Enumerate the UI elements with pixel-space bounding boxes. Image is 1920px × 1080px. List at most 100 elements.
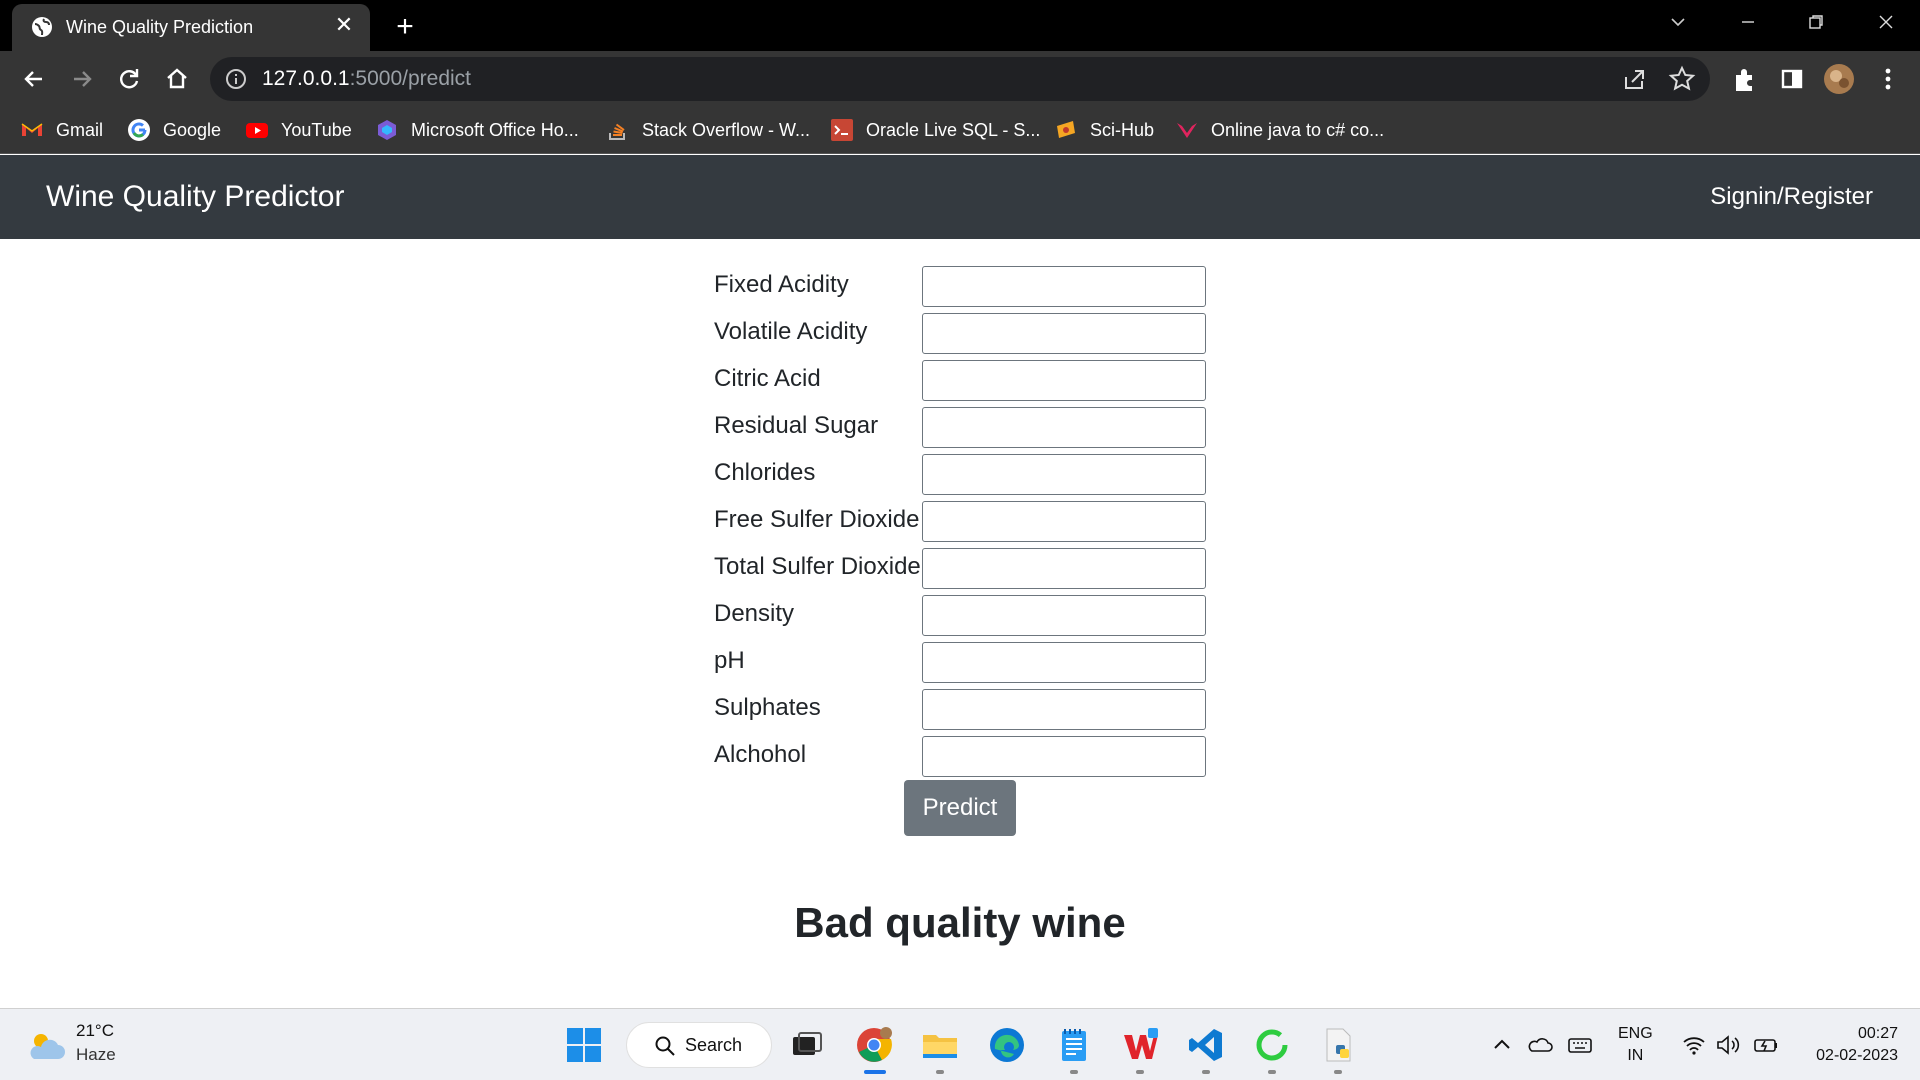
chrome-icon[interactable] [854,1025,894,1065]
field-label: Sulphates [714,694,821,721]
onedrive-icon[interactable] [1526,1031,1554,1059]
url-text: 127.0.0.1:5000/predict [262,67,471,91]
bookmark-youtube[interactable]: YouTube [245,117,352,143]
site-info-icon[interactable] [224,67,248,91]
back-icon[interactable] [18,63,50,95]
system-clock[interactable]: 00:27 02-02-2023 [1816,1023,1898,1067]
notepad-icon[interactable] [1054,1025,1094,1065]
alchohol-input[interactable] [922,736,1206,777]
bookmark-google[interactable]: Google [127,117,221,143]
side-panel-icon[interactable] [1776,63,1808,95]
bookmark-oracle[interactable]: Oracle Live SQL - S... [830,117,1040,143]
search-label: Search [685,1035,743,1055]
google-icon [128,119,150,141]
url-path: :5000/predict [349,67,472,90]
keyboard-icon[interactable] [1566,1031,1594,1059]
volume-icon[interactable] [1714,1031,1742,1059]
vscode-icon[interactable] [1186,1025,1226,1065]
weather-condition: Haze [76,1045,116,1064]
close-window-icon[interactable] [1856,0,1916,44]
tab-title: Wine Quality Prediction [66,17,254,37]
youtube-icon [246,123,268,138]
app-running-indicator [1268,1070,1276,1074]
globe-icon [32,17,52,37]
field-label: Chlorides [714,459,816,486]
forward-icon[interactable] [66,63,98,95]
field-label: Citric Acid [714,365,821,392]
volatile-acidity-input[interactable] [922,313,1206,354]
profile-avatar-icon[interactable] [1823,63,1855,95]
field-label: Density [714,600,795,627]
ph-input[interactable] [922,642,1206,683]
task-view-icon[interactable] [787,1025,827,1065]
bookmark-label: Sci-Hub [1090,120,1155,140]
converter-icon [1177,123,1197,138]
browser-tabstrip: Wine Quality Prediction ✕ + [0,0,1920,51]
app-running-indicator [1136,1070,1144,1074]
restore-icon[interactable] [1786,0,1846,44]
scihub-icon [1057,121,1075,138]
stackoverflow-icon [609,123,625,140]
field-label: Residual Sugar [714,412,879,439]
bookmark-office[interactable]: Microsoft Office Ho... [375,117,579,143]
windows-start-icon[interactable] [564,1025,604,1065]
loading-app-icon[interactable] [1252,1025,1292,1065]
bookmark-gmail[interactable]: Gmail [20,117,103,143]
taskbar-search[interactable]: Search [626,1022,772,1068]
bookmarks-bar: Gmail Google YouTube Microsoft Office Ho… [0,107,1920,154]
bookmark-star-icon[interactable] [1666,63,1698,95]
bookmark-label: Oracle Live SQL - S... [866,120,1041,140]
address-bar[interactable]: 127.0.0.1:5000/predict [210,57,1710,101]
file-explorer-icon[interactable] [920,1025,960,1065]
reload-icon[interactable] [113,63,145,95]
chevron-up-icon[interactable] [1488,1031,1516,1059]
fixed-acidity-input[interactable] [922,266,1206,307]
density-input[interactable] [922,595,1206,636]
bookmark-scihub[interactable]: Sci-Hub [1054,117,1154,143]
wps-office-icon[interactable] [1120,1025,1160,1065]
total-sulfer-dioxide-input[interactable] [922,548,1206,589]
free-sulfer-dioxide-input[interactable] [922,501,1206,542]
language-indicator[interactable]: ENG IN [1618,1023,1653,1067]
new-tab-icon[interactable]: + [388,10,422,44]
site-navbar: Wine Quality Predictor Signin/Register [0,155,1920,239]
site-brand[interactable]: Wine Quality Predictor [46,177,344,217]
clock-time: 00:27 [1857,1025,1898,1042]
app-running-indicator [1202,1070,1210,1074]
bookmark-label: Microsoft Office Ho... [411,120,579,140]
gmail-icon [21,123,43,136]
bookmark-stackoverflow[interactable]: Stack Overflow - W... [606,117,810,143]
language-region: IN [1627,1047,1644,1064]
sulphates-input[interactable] [922,689,1206,730]
python-file-icon[interactable] [1318,1025,1358,1065]
field-label: Total Sulfer Dioxide [714,553,921,580]
share-icon[interactable] [1618,63,1650,95]
menu-kebab-icon[interactable] [1872,63,1904,95]
bookmark-label: YouTube [281,120,352,140]
field-label: Volatile Acidity [714,318,868,345]
prediction-result: Bad quality wine [794,899,1126,946]
signin-register-link[interactable]: Signin/Register [1710,179,1873,215]
office-icon [378,120,396,140]
browser-toolbar: 127.0.0.1:5000/predict [0,51,1920,107]
wifi-icon[interactable] [1680,1031,1708,1059]
home-icon[interactable] [161,63,193,95]
bookmark-label: Google [163,120,222,140]
extensions-icon[interactable] [1728,63,1760,95]
tab-search-icon[interactable] [1648,0,1708,44]
tab-close-icon[interactable]: ✕ [332,13,356,37]
residual-sugar-input[interactable] [922,407,1206,448]
minimize-icon[interactable] [1718,0,1778,44]
field-label: Free Sulfer Dioxide [714,506,920,533]
oracle-icon [831,119,853,141]
bookmark-label: Online java to c# co... [1211,120,1385,140]
battery-icon[interactable] [1752,1031,1780,1059]
predict-button[interactable]: Predict [904,780,1016,836]
bookmark-java-to-csharp[interactable]: Online java to c# co... [1175,117,1384,143]
clock-date: 02-02-2023 [1816,1047,1898,1064]
citric-acid-input[interactable] [922,360,1206,401]
browser-tab[interactable]: Wine Quality Prediction ✕ [12,4,370,51]
edge-icon[interactable] [987,1025,1027,1065]
chlorides-input[interactable] [922,454,1206,495]
field-label: Fixed Acidity [714,271,849,298]
